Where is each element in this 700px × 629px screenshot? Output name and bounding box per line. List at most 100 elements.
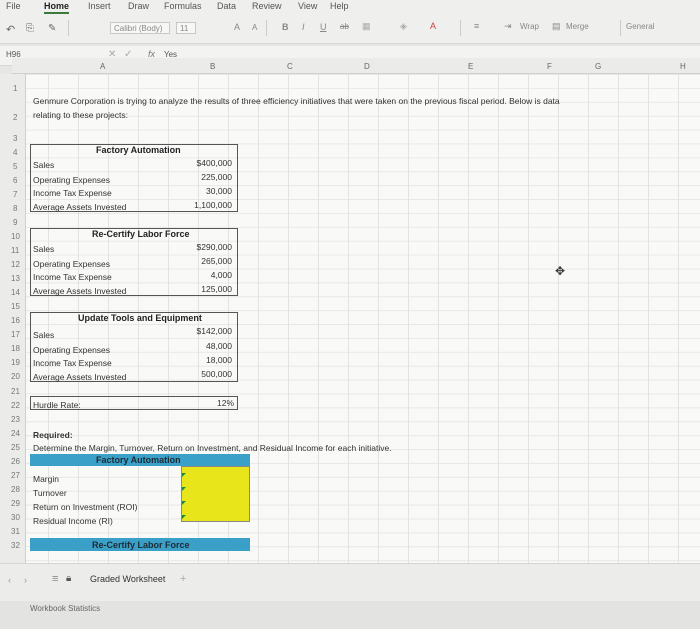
row-number[interactable]: 15 xyxy=(11,302,20,311)
row-number[interactable]: 24 xyxy=(11,429,20,438)
row-number[interactable]: 8 xyxy=(13,204,17,213)
menu-home[interactable]: Home xyxy=(44,1,70,14)
underline-icon[interactable]: U xyxy=(320,22,327,32)
row-number[interactable]: 6 xyxy=(13,176,17,185)
format-painter-icon[interactable]: ✎ xyxy=(48,23,56,34)
value-tax[interactable]: 18,000 xyxy=(206,355,232,365)
value-sales[interactable]: $290,000 xyxy=(197,242,232,252)
value-opex[interactable]: 225,000 xyxy=(201,172,232,182)
number-format-select[interactable]: General xyxy=(626,22,654,31)
workbook-statistics[interactable]: Workbook Statistics xyxy=(30,604,100,613)
cell-comment-marker xyxy=(182,501,186,505)
row-number[interactable]: 20 xyxy=(11,372,20,381)
font-color-icon[interactable]: A xyxy=(430,21,436,31)
menu-data[interactable]: Data xyxy=(217,1,236,11)
column-header-a[interactable]: A xyxy=(100,62,105,71)
row-number[interactable]: 11 xyxy=(11,246,19,255)
font-size-select[interactable]: 11 xyxy=(176,22,196,34)
column-header-d[interactable]: D xyxy=(364,62,370,71)
row-number[interactable]: 26 xyxy=(11,457,20,466)
value-assets[interactable]: 500,000 xyxy=(201,369,232,379)
font-name-select[interactable]: Calibri (Body) xyxy=(110,22,170,34)
intro-line-2: relating to these projects: xyxy=(33,110,128,120)
row-number[interactable]: 5 xyxy=(13,162,17,171)
value-assets[interactable]: 125,000 xyxy=(201,284,232,294)
row-number[interactable]: 23 xyxy=(11,415,20,424)
menu-insert[interactable]: Insert xyxy=(88,1,111,11)
wrap-button[interactable]: Wrap xyxy=(520,22,539,31)
menu-help[interactable]: Help xyxy=(330,1,349,11)
column-header-h[interactable]: H xyxy=(680,62,686,71)
label-opex: Operating Expenses xyxy=(33,259,111,269)
sheet-tab-graded-worksheet[interactable]: Graded Worksheet xyxy=(90,574,165,584)
strikethrough-icon[interactable]: ab xyxy=(340,22,349,31)
row-number[interactable]: 32 xyxy=(11,541,20,550)
row-number[interactable]: 7 xyxy=(13,190,17,199)
fill-color-icon[interactable]: ◈ xyxy=(400,21,407,32)
value-assets[interactable]: 1,100,000 xyxy=(194,200,232,210)
answer-input-cells[interactable] xyxy=(181,466,250,522)
borders-icon[interactable]: ▦ xyxy=(362,21,371,32)
row-number[interactable]: 31 xyxy=(11,527,20,536)
row-number[interactable]: 18 xyxy=(11,344,20,353)
label-sales: Sales xyxy=(33,160,55,170)
row-number[interactable]: 27 xyxy=(11,471,20,480)
merge-icon[interactable]: ▤ xyxy=(552,21,561,32)
add-sheet-icon[interactable]: + xyxy=(180,573,186,585)
row-number[interactable]: 9 xyxy=(13,218,17,227)
menu-view[interactable]: View xyxy=(298,1,317,11)
value-tax[interactable]: 30,000 xyxy=(206,186,232,196)
decrease-font-icon[interactable]: A xyxy=(252,23,257,32)
row-number[interactable]: 28 xyxy=(11,485,20,494)
sheet-list-icon[interactable]: ≡ xyxy=(52,573,58,585)
prev-sheet-icon[interactable]: ‹ xyxy=(8,575,11,585)
row-number[interactable]: 21 xyxy=(11,387,20,396)
row-number[interactable]: 30 xyxy=(11,513,20,522)
plus-cursor-icon: ✥ xyxy=(555,264,566,278)
next-sheet-icon[interactable]: › xyxy=(24,575,27,585)
value-opex[interactable]: 48,000 xyxy=(206,341,232,351)
menu-review[interactable]: Review xyxy=(252,1,282,11)
align-icon[interactable]: ≡ xyxy=(474,21,479,31)
merge-button[interactable]: Merge xyxy=(566,22,589,31)
row-number[interactable]: 1 xyxy=(13,84,17,93)
value-sales[interactable]: $142,000 xyxy=(197,326,232,336)
row-number[interactable]: 14 xyxy=(11,288,20,297)
row-number[interactable]: 17 xyxy=(11,330,20,339)
value-opex[interactable]: 265,000 xyxy=(201,256,232,266)
row-number[interactable]: 25 xyxy=(11,443,20,452)
row-number[interactable]: 2 xyxy=(13,113,17,122)
lock-icon: 🔒︎ xyxy=(66,573,72,584)
column-header-f[interactable]: F xyxy=(547,62,552,71)
cell-comment-marker xyxy=(182,515,186,519)
increase-font-icon[interactable]: A xyxy=(234,22,240,32)
row-number[interactable]: 29 xyxy=(11,499,20,508)
undo-icon[interactable]: ↶ xyxy=(6,23,15,36)
value-sales[interactable]: $400,000 xyxy=(197,158,232,168)
row-number[interactable]: 19 xyxy=(11,358,20,367)
row-number[interactable]: 3 xyxy=(13,134,17,143)
column-header-g[interactable]: G xyxy=(595,62,601,71)
row-number[interactable]: 4 xyxy=(13,148,17,157)
label-sales: Sales xyxy=(33,330,55,340)
menu-bar: File Home Insert Draw Formulas Data Revi… xyxy=(0,0,700,14)
row-number[interactable]: 10 xyxy=(11,232,20,241)
menu-formulas[interactable]: Formulas xyxy=(164,1,202,11)
row-number[interactable]: 13 xyxy=(11,274,20,283)
value-tax[interactable]: 4,000 xyxy=(211,270,232,280)
row-number[interactable]: 12 xyxy=(11,260,20,269)
column-header-b[interactable]: B xyxy=(210,62,215,71)
spreadsheet-grid[interactable] xyxy=(12,58,700,563)
wrap-icon[interactable]: ⇥ xyxy=(504,21,512,32)
menu-draw[interactable]: Draw xyxy=(128,1,149,11)
bold-icon[interactable]: B xyxy=(282,22,289,32)
paste-icon[interactable]: ⎘ xyxy=(26,23,34,34)
row-number[interactable]: 16 xyxy=(11,316,20,325)
hurdle-rate-value[interactable]: 12% xyxy=(217,398,234,408)
menu-file[interactable]: File xyxy=(6,1,21,11)
column-header-e[interactable]: E xyxy=(468,62,473,71)
column-header-c[interactable]: C xyxy=(287,62,293,71)
row-number[interactable]: 22 xyxy=(11,401,20,410)
column-headers: A B C D E F G H xyxy=(12,58,700,74)
italic-icon[interactable]: I xyxy=(302,22,305,32)
